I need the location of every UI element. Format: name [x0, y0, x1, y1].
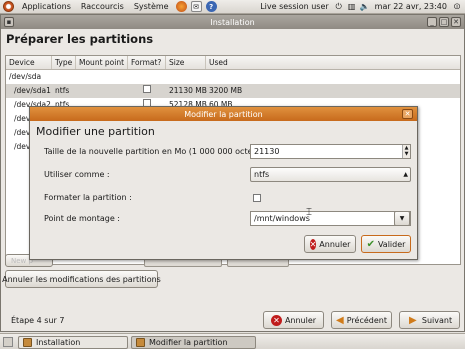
- column-device[interactable]: Device: [6, 56, 52, 69]
- task-installation-label: Installation: [36, 338, 81, 347]
- ubuntu-logo-icon[interactable]: [3, 1, 14, 12]
- maximize-button[interactable]: □: [439, 17, 449, 27]
- use-as-combo[interactable]: ntfs ▲: [250, 167, 411, 182]
- mouse-cursor-icon: ⌶: [306, 207, 312, 218]
- dialog-heading: Modifier une partition: [36, 125, 155, 138]
- menu-applications[interactable]: Applications: [17, 0, 76, 14]
- firefox-icon[interactable]: [175, 1, 187, 12]
- table-row[interactable]: /dev/sda1 ntfs 21130 MB 3200 MB: [6, 84, 460, 98]
- use-as-label: Utiliser comme :: [44, 170, 110, 179]
- arrow-left-icon: ◀: [336, 314, 344, 326]
- mount-label: Point de montage :: [44, 214, 120, 223]
- minimize-button[interactable]: _: [427, 17, 437, 27]
- table-row[interactable]: /dev/sda: [6, 70, 460, 84]
- show-desktop-icon[interactable]: [3, 337, 13, 347]
- back-label: Précédent: [346, 315, 387, 325]
- installer-icon: [23, 338, 32, 347]
- page-title: Préparer les partitions: [6, 32, 154, 46]
- mail-icon[interactable]: ✉: [190, 1, 202, 12]
- dialog-ok-button[interactable]: ✔ Valider: [361, 235, 411, 253]
- volume-icon[interactable]: 🔈: [360, 2, 370, 12]
- mount-value: /mnt/windows: [254, 214, 310, 223]
- column-format[interactable]: Format?: [128, 56, 166, 69]
- close-button[interactable]: ✕: [451, 17, 461, 27]
- cell-used: 3200 MB: [209, 86, 243, 95]
- cancel-button[interactable]: ✕ Annuler: [263, 311, 324, 329]
- dialog-ok-label: Valider: [377, 239, 406, 249]
- cell-type: ntfs: [55, 86, 70, 95]
- dialog-close-icon[interactable]: ✕: [402, 109, 413, 119]
- arrow-right-icon: ▶: [409, 314, 417, 326]
- mount-point-combo-entry[interactable]: /mnt/windows ▼: [250, 211, 411, 226]
- task-installation[interactable]: Installation: [18, 336, 128, 349]
- dialog-cancel-button[interactable]: ✕ Annuler: [304, 235, 356, 253]
- forward-button[interactable]: ▶ Suivant: [399, 311, 460, 329]
- format-label: Formater la partition :: [44, 193, 132, 202]
- column-type[interactable]: Type: [52, 56, 76, 69]
- spin-arrows-icon[interactable]: ▲ ▼: [402, 145, 410, 158]
- menu-raccourcis[interactable]: Raccourcis: [76, 0, 129, 14]
- chevron-down-icon[interactable]: ▼: [394, 211, 410, 226]
- cancel-icon: ✕: [309, 238, 317, 250]
- combo-arrows-icon: ▲: [403, 171, 408, 178]
- format-checkbox[interactable]: [143, 85, 151, 93]
- power-icon[interactable]: ⏻: [334, 2, 344, 12]
- cell-device: /dev/sda: [9, 72, 42, 81]
- menu-systeme[interactable]: Système: [129, 0, 174, 14]
- task-modifier-partition[interactable]: Modifier la partition: [131, 336, 256, 349]
- back-button[interactable]: ◀ Précédent: [331, 311, 392, 329]
- window-titlebar[interactable]: ▪ Installation _ □ ✕: [1, 15, 464, 29]
- forward-label: Suivant: [421, 315, 453, 325]
- dialog-cancel-label: Annuler: [319, 239, 351, 249]
- shutdown-icon[interactable]: ⏼: [452, 2, 462, 12]
- cell-size: 21130 MB: [169, 86, 207, 95]
- clock[interactable]: mar 22 avr, 23:40: [373, 0, 449, 14]
- network-icon[interactable]: ▥: [347, 2, 357, 12]
- top-panel: Applications Raccourcis Système ✉ ? Live…: [0, 0, 465, 14]
- use-as-value: ntfs: [254, 170, 270, 179]
- cancel-icon: ✕: [270, 314, 282, 326]
- installer-icon: [136, 338, 145, 347]
- dialog-title: Modifier la partition: [184, 109, 263, 119]
- window-title: Installation: [210, 17, 255, 27]
- taskbar: Installation Modifier la partition: [0, 333, 465, 349]
- window-menu-button[interactable]: ▪: [4, 17, 14, 27]
- step-label: Étape 4 sur 7: [11, 316, 65, 325]
- dialog-titlebar[interactable]: Modifier la partition ✕: [30, 107, 417, 121]
- undo-partition-changes-button[interactable]: Annuler les modifications des partitions: [2, 270, 161, 288]
- cell-format: [128, 84, 166, 98]
- help-icon[interactable]: ?: [205, 1, 217, 12]
- table-header: Device Type Mount point Format? Size Use…: [6, 56, 460, 70]
- size-value: 21130: [254, 147, 280, 156]
- size-label: Taille de la nouvelle partition en Mo (1…: [44, 147, 263, 156]
- cell-device: /dev/sda1: [14, 86, 51, 95]
- column-mount-point[interactable]: Mount point: [76, 56, 128, 69]
- edit-partition-dialog: Modifier la partition ✕ Modifier une par…: [29, 106, 418, 260]
- task-modifier-label: Modifier la partition: [149, 338, 228, 347]
- size-spinbutton[interactable]: 21130 ▲ ▼: [250, 144, 411, 159]
- format-partition-checkbox[interactable]: [253, 194, 261, 202]
- session-label: Live session user: [260, 1, 329, 11]
- column-used[interactable]: Used: [206, 56, 460, 69]
- column-size[interactable]: Size: [166, 56, 206, 69]
- cancel-label: Annuler: [284, 315, 317, 325]
- checkmark-icon: ✔: [366, 238, 375, 250]
